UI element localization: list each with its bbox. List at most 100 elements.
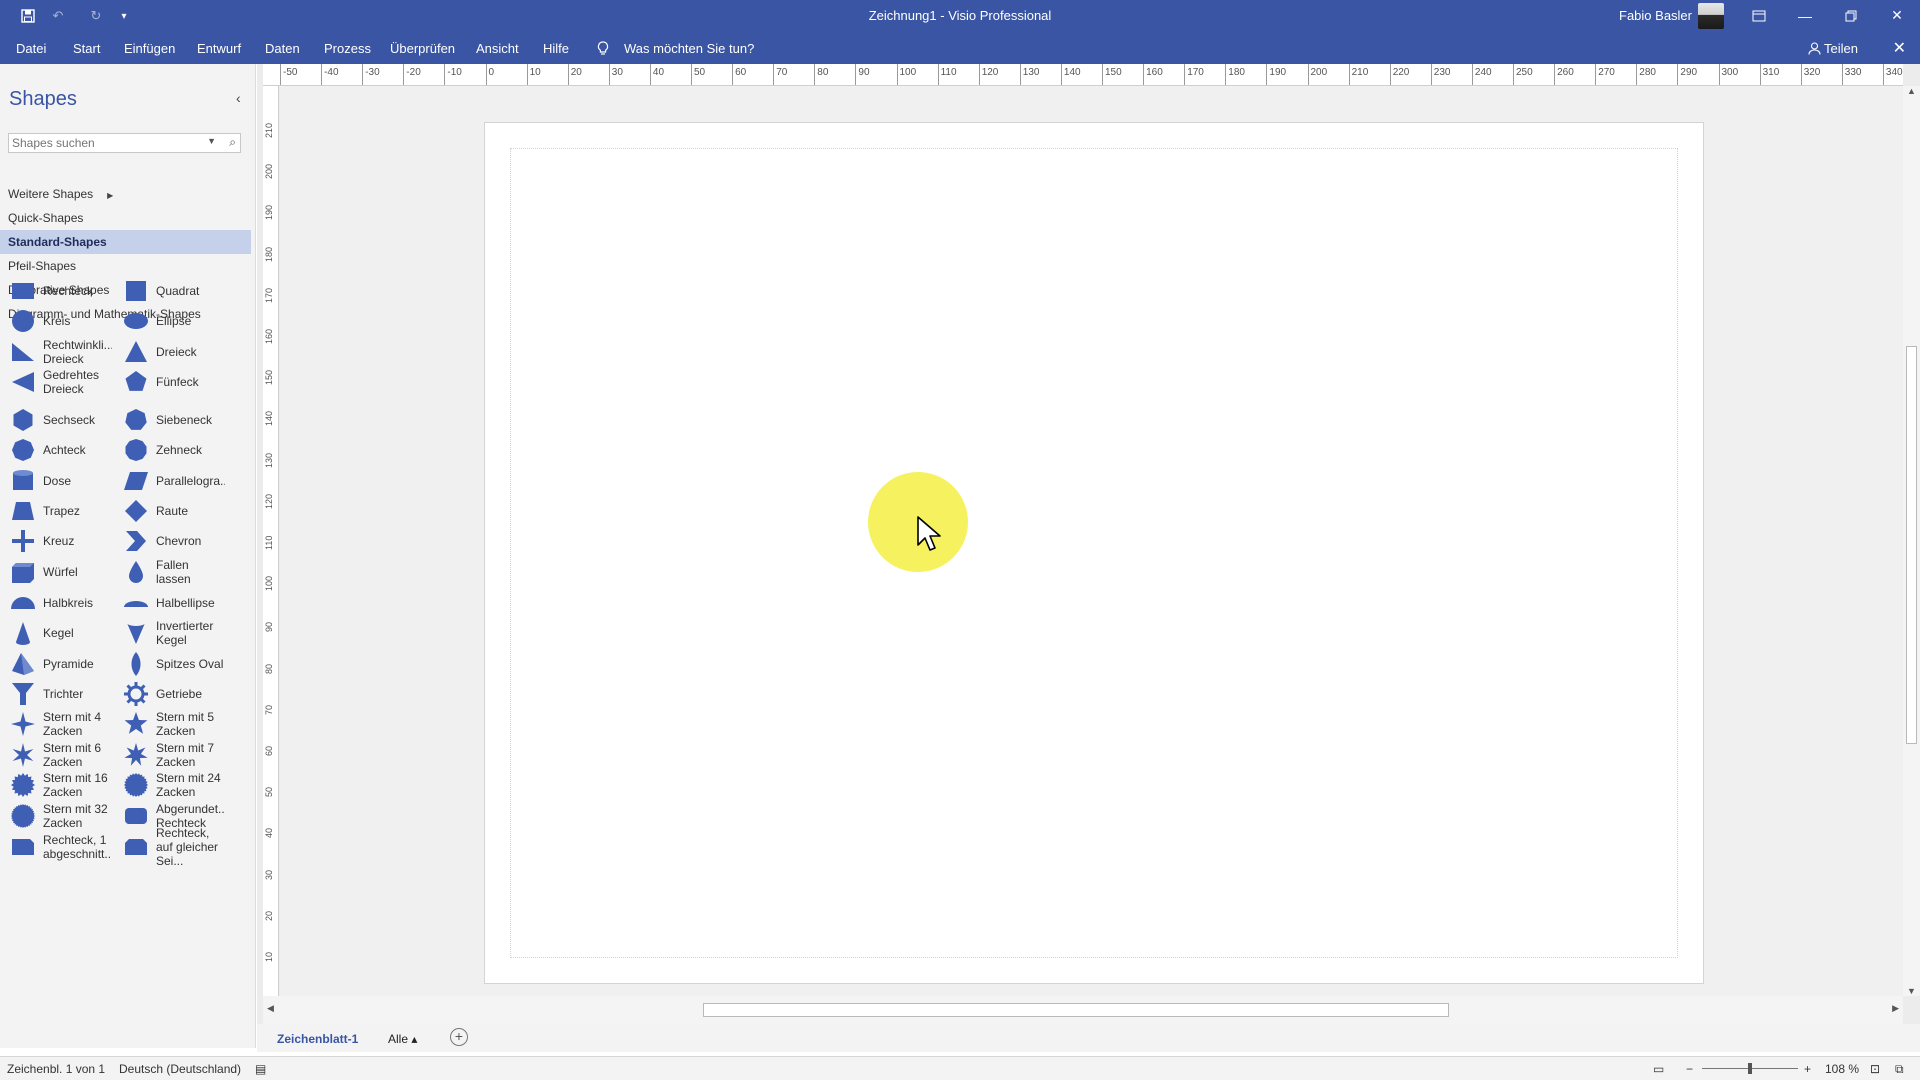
restore-button[interactable] — [1828, 0, 1874, 31]
ruler-tick-label: 310 — [1759, 64, 1780, 85]
scroll-up-icon[interactable]: ▲ — [1907, 86, 1916, 96]
scroll-left-icon[interactable]: ◀ — [267, 1003, 274, 1014]
shape-trichter[interactable]: Trichter — [0, 677, 112, 711]
shape-halbellipse[interactable]: Halbellipse — [113, 586, 225, 620]
shape-gedrehtes-dreieck[interactable]: Gedrehtes Dreieck — [0, 365, 112, 399]
achteck-icon — [8, 435, 38, 465]
horizontal-scrollbar[interactable]: ◀ ▶ — [263, 996, 1903, 1024]
zoom-slider-thumb[interactable] — [1748, 1063, 1752, 1074]
vertical-scrollbar[interactable]: ▲ ▼ — [1903, 86, 1920, 996]
shape-fünfeck[interactable]: Fünfeck — [113, 365, 225, 399]
shape-trapez[interactable]: Trapez — [0, 494, 112, 528]
shape-stern-mit-4-zacken[interactable]: Stern mit 4 Zacken — [0, 707, 112, 741]
scroll-thumb[interactable] — [1906, 346, 1917, 744]
zoom-in-icon[interactable]: + — [1804, 1062, 1811, 1076]
ruler-tick-label: 130 — [1019, 64, 1040, 85]
shape-stern-mit-24-zacken[interactable]: Stern mit 24 Zacken — [113, 768, 225, 802]
shape-stern-mit-7-zacken[interactable]: Stern mit 7 Zacken — [113, 738, 225, 772]
shape-invertierter-kegel[interactable]: Invertierter Kegel — [113, 616, 225, 650]
shape-kegel[interactable]: Kegel — [0, 616, 112, 650]
shape-fallen-lassen[interactable]: Fallen lassen — [113, 555, 225, 589]
user-name[interactable]: Fabio Basler — [1619, 8, 1692, 23]
tab-daten[interactable]: Daten — [265, 41, 300, 56]
tab-ueberpruefen[interactable]: Überprüfen — [390, 41, 455, 56]
ruler-tick-label: -40 — [320, 64, 339, 85]
tell-me-input[interactable]: Was möchten Sie tun? — [624, 41, 754, 56]
tab-ansicht[interactable]: Ansicht — [476, 41, 519, 56]
tab-einfuegen[interactable]: Einfügen — [124, 41, 175, 56]
scroll-right-icon[interactable]: ▶ — [1892, 1003, 1899, 1014]
shape-rechteck[interactable]: Rechteck — [0, 274, 112, 308]
scroll-down-icon[interactable]: ▼ — [1907, 986, 1916, 996]
shape-siebeneck[interactable]: Siebeneck — [113, 403, 225, 437]
stencil-item[interactable]: Quick-Shapes — [0, 206, 251, 230]
chevron-right-icon: ▶ — [107, 191, 114, 200]
shape-spitzes-oval[interactable]: Spitzes Oval — [113, 647, 225, 681]
shape-dreieck[interactable]: Dreieck — [113, 335, 225, 369]
shape-kreuz[interactable]: Kreuz — [0, 524, 112, 558]
stern-mit-32-zacken-icon — [8, 801, 38, 831]
shape-search[interactable]: ▼ ⌕ — [8, 133, 241, 153]
shape-label: Kreis — [43, 314, 71, 328]
tab-start[interactable]: Start — [73, 41, 100, 56]
zoom-out-icon[interactable]: − — [1686, 1062, 1693, 1076]
tab-entwurf[interactable]: Entwurf — [197, 41, 241, 56]
lightbulb-icon — [597, 41, 609, 59]
search-input[interactable] — [9, 134, 199, 152]
collapse-pane-icon[interactable]: ‹ — [236, 90, 241, 106]
stern-mit-4-zacken-icon — [8, 709, 38, 739]
shape-stern-mit-32-zacken[interactable]: Stern mit 32 Zacken — [0, 799, 112, 833]
page-indicator[interactable]: Zeichenbl. 1 von 1 — [7, 1062, 105, 1076]
shape-stern-mit-16-zacken[interactable]: Stern mit 16 Zacken — [0, 768, 112, 802]
shape-getriebe[interactable]: Getriebe — [113, 677, 225, 711]
scroll-thumb[interactable] — [703, 1003, 1449, 1017]
shape-stern-mit-6-zacken[interactable]: Stern mit 6 Zacken — [0, 738, 112, 772]
stencil-item[interactable]: Standard-Shapes — [0, 230, 251, 254]
shape-quadrat[interactable]: Quadrat — [113, 274, 225, 308]
share-button[interactable]: Teilen — [1808, 41, 1858, 56]
dose-icon — [8, 466, 38, 496]
shape-halbkreis[interactable]: Halbkreis — [0, 586, 112, 620]
shape-rechtwinkli-dreieck[interactable]: Rechtwinkli... Dreieck — [0, 335, 112, 369]
switch-windows-icon[interactable]: ⧉ — [1895, 1062, 1904, 1077]
shape-sechseck[interactable]: Sechseck — [0, 403, 112, 437]
trapez-icon — [8, 496, 38, 526]
shape-achteck[interactable]: Achteck — [0, 433, 112, 467]
ribbon-display-icon[interactable] — [1736, 0, 1782, 31]
close-icon[interactable]: ✕ — [1893, 38, 1906, 58]
minimize-button[interactable]: — — [1782, 0, 1828, 31]
tab-hilfe[interactable]: Hilfe — [543, 41, 569, 56]
shape-dose[interactable]: Dose — [0, 464, 112, 498]
fit-page-icon[interactable]: ⊡ — [1870, 1062, 1880, 1076]
shape-pyramide[interactable]: Pyramide — [0, 647, 112, 681]
shape-würfel[interactable]: Würfel — [0, 555, 112, 589]
macro-record-icon[interactable]: ▤ — [255, 1062, 266, 1076]
presentation-mode-icon[interactable]: ▭ — [1653, 1062, 1664, 1076]
add-page-icon[interactable]: + — [450, 1028, 468, 1046]
stencil-item[interactable]: Weitere Shapes ▶ — [0, 182, 251, 206]
stern-mit-5-zacken-icon — [121, 709, 151, 739]
tab-datei[interactable]: Datei — [16, 41, 46, 56]
avatar[interactable] — [1698, 3, 1724, 29]
tab-zeichenblatt-1[interactable]: Zeichenblatt-1 — [277, 1032, 358, 1046]
shape-rechteck-auf-gleicher-sei[interactable]: Rechteck, auf gleicher Sei... — [113, 826, 225, 868]
shape-raute[interactable]: Raute — [113, 494, 225, 528]
chevron-down-icon[interactable]: ▼ — [207, 136, 216, 146]
shape-kreis[interactable]: Kreis — [0, 304, 112, 338]
ruler-tick-label: 150 — [264, 370, 274, 386]
all-pages-button[interactable]: Alle ▴ — [388, 1032, 417, 1046]
shape-chevron[interactable]: Chevron — [113, 524, 225, 558]
drawing-canvas[interactable] — [280, 86, 1903, 996]
shape-parallelogra[interactable]: Parallelogra... — [113, 464, 225, 498]
search-icon[interactable]: ⌕ — [229, 135, 236, 150]
language-indicator[interactable]: Deutsch (Deutschland) — [119, 1062, 241, 1076]
zoom-level[interactable]: 108 % — [1825, 1062, 1859, 1076]
drawing-page[interactable] — [484, 122, 1704, 984]
tab-prozess[interactable]: Prozess — [324, 41, 371, 56]
shape-stern-mit-5-zacken[interactable]: Stern mit 5 Zacken — [113, 707, 225, 741]
shape-zehneck[interactable]: Zehneck — [113, 433, 225, 467]
shapes-pane: Shapes ‹ ▼ ⌕ Weitere Shapes ▶ Quick-Shapes… — [0, 64, 256, 1048]
shape-ellipse[interactable]: Ellipse — [113, 304, 225, 338]
shape-rechteck-1-abgeschnitt[interactable]: Rechteck, 1 abgeschnitt... — [0, 830, 112, 864]
close-button[interactable]: ✕ — [1874, 0, 1920, 31]
